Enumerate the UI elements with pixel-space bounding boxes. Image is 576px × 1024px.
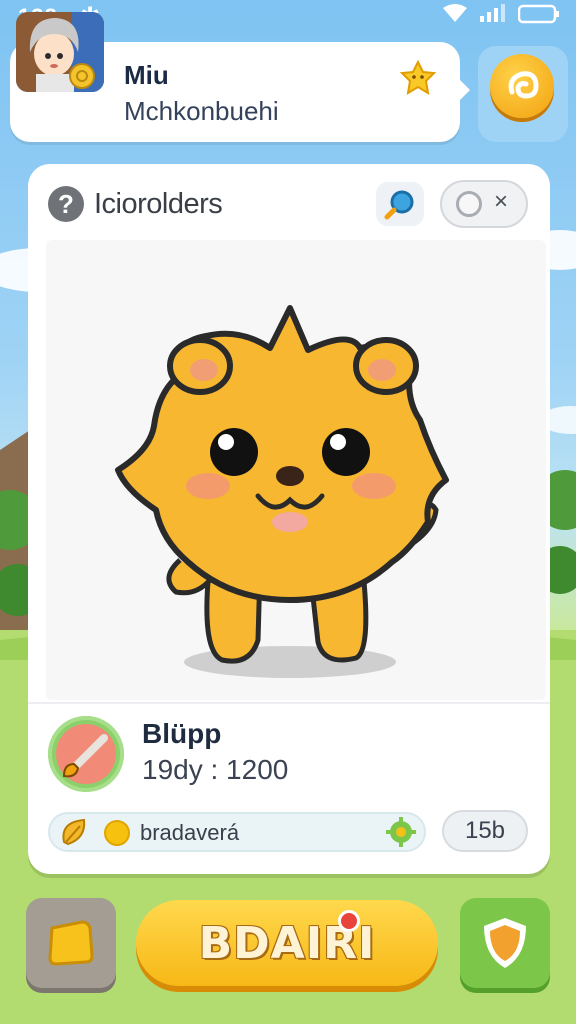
close-icon[interactable]: × (494, 188, 508, 216)
profile-subtitle: Mchkonbuehi (124, 96, 279, 126)
main-action-label: BDAIRI (198, 918, 376, 969)
notification-dot (338, 910, 360, 932)
coin-icon (104, 820, 130, 846)
main-action-button[interactable]: BDAIRI (136, 900, 438, 986)
swirl-icon (508, 71, 539, 99)
toggle-knob (456, 191, 482, 217)
avatar[interactable] (16, 12, 104, 92)
swirl-menu-button[interactable] (490, 54, 554, 118)
shield-icon (484, 918, 526, 968)
search-button[interactable] (376, 182, 424, 226)
avatar-image (16, 12, 104, 92)
pet-name: Blüpp (142, 718, 222, 749)
gear-icon[interactable] (386, 817, 416, 847)
card-button[interactable] (26, 898, 116, 988)
pet-badge[interactable] (48, 716, 124, 792)
card-title: Iciorolders (94, 188, 223, 220)
profile-card-tail (456, 76, 470, 104)
wifi-icon (443, 4, 467, 22)
brush-icon (62, 734, 108, 778)
toggle-switch[interactable]: × (440, 180, 528, 228)
shield-button[interactable] (460, 898, 550, 988)
signal-icon (480, 4, 505, 22)
question-icon[interactable]: ? (48, 186, 84, 222)
star-icon[interactable] (398, 60, 438, 96)
battery-icon (518, 4, 559, 24)
profile-name: Miu (124, 60, 169, 90)
card-icon (48, 920, 94, 966)
count-pill[interactable]: 15b (442, 810, 528, 852)
pet-stats: 19dy : 1200 (142, 754, 289, 785)
card-divider (28, 702, 550, 704)
pet-creature[interactable] (110, 300, 470, 690)
magnifier-icon (384, 190, 414, 220)
leaf-icon (62, 818, 86, 846)
info-text: bradaverá (140, 820, 240, 845)
